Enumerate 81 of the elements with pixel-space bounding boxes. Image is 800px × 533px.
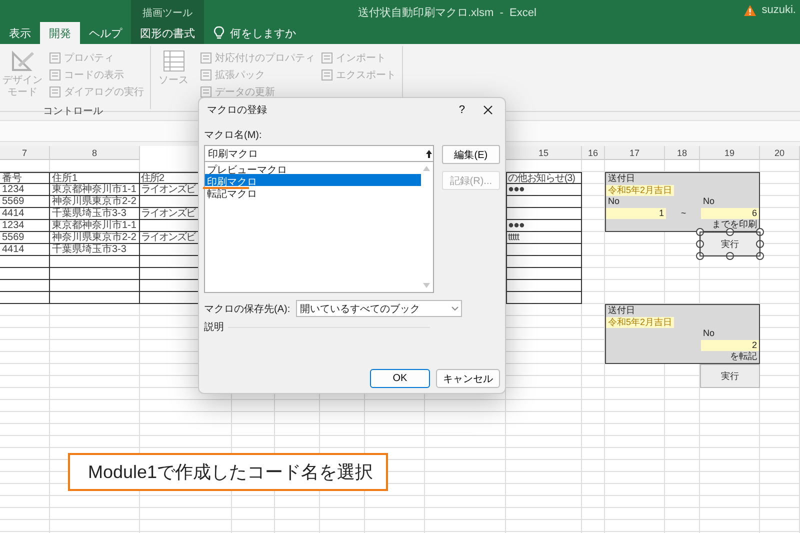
ribbon-tab[interactable]: ヘルプ xyxy=(80,22,131,44)
date-cell: 令和5年2月吉日 xyxy=(606,316,674,328)
help-button[interactable]: ? xyxy=(452,102,471,118)
macro-list-item[interactable]: プレビューマクロ xyxy=(205,162,421,174)
form-icon xyxy=(321,68,333,80)
table-cell: 5569 xyxy=(0,196,50,208)
lightbulb-icon xyxy=(214,26,224,40)
table-cell: 4414 xyxy=(0,208,50,220)
field-label: No xyxy=(607,196,621,208)
table-cell: 神奈川県東京市2-2 xyxy=(50,232,140,244)
dialog-button[interactable]: キャンセル xyxy=(436,369,500,388)
column-header[interactable]: 19 xyxy=(700,146,760,160)
warning-icon xyxy=(744,4,756,16)
field-label: No xyxy=(702,328,716,340)
panel-label: 送付日 xyxy=(607,173,636,185)
column-header[interactable]: 17 xyxy=(605,146,665,160)
table-cell: 東京都神奈川市1-1 xyxy=(50,220,140,232)
table-cell: 東京都神奈川市1-1 xyxy=(50,184,140,196)
table-cell: 千葉県埼玉市3-3 xyxy=(50,244,140,256)
table-icon xyxy=(162,49,186,73)
form-icon xyxy=(200,86,212,98)
table-cell: の他お知らせ(3) xyxy=(506,172,582,184)
table-cell: 番号 xyxy=(0,172,50,184)
macro-list[interactable]: プレビューマクロ 印刷マクロ 転記マクロ xyxy=(204,162,434,293)
column-header[interactable]: 16 xyxy=(582,146,605,160)
table-cell xyxy=(0,280,50,292)
table-cell xyxy=(0,256,50,268)
ribbon-tab[interactable]: 開発 xyxy=(40,22,80,44)
field-label: マクロの保存先(A): xyxy=(204,302,290,316)
table-cell: 神奈川県東京市2-2 xyxy=(50,196,140,208)
run-button[interactable]: 実行 xyxy=(700,364,760,388)
tell-me-field[interactable]: 何をしますか xyxy=(230,26,296,40)
table-cell: 千葉県埼玉市3-3 xyxy=(50,208,140,220)
dialog-title: マクロの登録 xyxy=(207,104,268,117)
table-cell: 4414 xyxy=(0,244,50,256)
table-cell: 1234 xyxy=(0,184,50,196)
date-cell: 令和5年2月吉日 xyxy=(606,184,674,196)
form-icon xyxy=(321,52,333,64)
range-separator: ~ xyxy=(680,208,688,220)
ribbon-tab[interactable]: 表示 xyxy=(0,22,40,44)
table-cell: 住所1 xyxy=(50,172,140,184)
form-icon xyxy=(49,86,61,98)
account-name[interactable]: suzuki. xyxy=(762,4,796,16)
form-icon xyxy=(200,52,212,64)
column-header[interactable]: 18 xyxy=(665,146,700,160)
store-dropdown[interactable]: 開いているすべてのブック xyxy=(296,300,462,317)
close-icon xyxy=(483,105,493,115)
table-cell: 1234 xyxy=(0,220,50,232)
panel-caption: を転記 xyxy=(729,351,758,363)
window-title: 送付状自動印刷マクロ.xlsm - Excel xyxy=(358,6,536,20)
number-cell[interactable]: 6 xyxy=(701,208,759,220)
table-cell: 5569 xyxy=(0,232,50,244)
field-label: マクロ名(M): xyxy=(204,129,263,142)
form-icon xyxy=(200,68,212,80)
selection-handles[interactable] xyxy=(695,227,765,261)
description-label: 説明 xyxy=(204,320,224,334)
dialog-button[interactable]: 編集(E) xyxy=(442,145,500,164)
callout-note: Module1で作成したコード名を選択 xyxy=(68,453,388,491)
ribbon-tab[interactable]: 図形の書式 xyxy=(131,22,204,44)
dialog-button[interactable]: OK xyxy=(370,369,430,388)
macro-list-item[interactable]: 印刷マクロ xyxy=(205,174,421,186)
panel-label: 送付日 xyxy=(607,305,636,317)
form-icon xyxy=(49,52,61,64)
group-label: コントロール xyxy=(42,105,104,118)
chevron-down-icon xyxy=(449,304,462,312)
field-label: No xyxy=(702,196,716,208)
annotation-underline xyxy=(203,187,249,189)
ruler-pencil-icon xyxy=(10,49,36,73)
table-cell xyxy=(0,292,50,304)
form-icon xyxy=(49,68,61,80)
number-cell[interactable]: 1 xyxy=(606,208,666,220)
column-header[interactable]: 8 xyxy=(50,146,140,160)
contextual-group-label: 描画ツール xyxy=(142,6,192,20)
macro-name-field[interactable]: 印刷マクロ xyxy=(204,145,434,162)
up-arrow-icon[interactable] xyxy=(424,148,433,158)
column-header[interactable]: 7 xyxy=(0,146,50,160)
panel-caption: までを印刷 xyxy=(711,219,758,231)
number-cell[interactable]: 2 xyxy=(701,340,759,352)
column-header[interactable]: 20 xyxy=(760,146,800,160)
table-cell xyxy=(0,268,50,280)
column-header[interactable]: 15 xyxy=(506,146,582,160)
